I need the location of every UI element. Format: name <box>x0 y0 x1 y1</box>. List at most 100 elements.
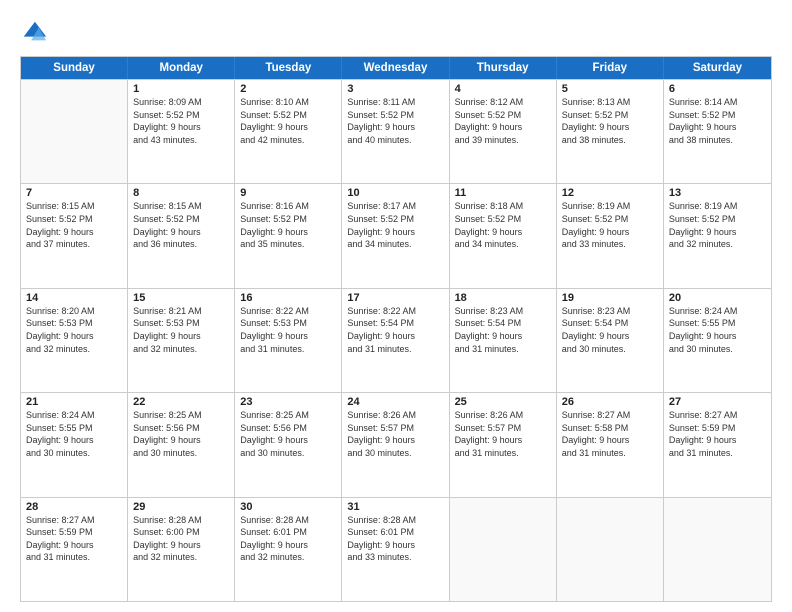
header-day-sunday: Sunday <box>21 57 128 79</box>
table-row: 25Sunrise: 8:26 AM Sunset: 5:57 PM Dayli… <box>450 393 557 496</box>
day-info: Sunrise: 8:20 AM Sunset: 5:53 PM Dayligh… <box>26 305 122 355</box>
day-info: Sunrise: 8:16 AM Sunset: 5:52 PM Dayligh… <box>240 200 336 250</box>
table-row: 23Sunrise: 8:25 AM Sunset: 5:56 PM Dayli… <box>235 393 342 496</box>
day-info: Sunrise: 8:26 AM Sunset: 5:57 PM Dayligh… <box>455 409 551 459</box>
table-row: 17Sunrise: 8:22 AM Sunset: 5:54 PM Dayli… <box>342 289 449 392</box>
table-row: 11Sunrise: 8:18 AM Sunset: 5:52 PM Dayli… <box>450 184 557 287</box>
header <box>20 18 772 46</box>
day-info: Sunrise: 8:22 AM Sunset: 5:54 PM Dayligh… <box>347 305 443 355</box>
day-info: Sunrise: 8:15 AM Sunset: 5:52 PM Dayligh… <box>133 200 229 250</box>
table-row: 15Sunrise: 8:21 AM Sunset: 5:53 PM Dayli… <box>128 289 235 392</box>
header-day-tuesday: Tuesday <box>235 57 342 79</box>
day-info: Sunrise: 8:22 AM Sunset: 5:53 PM Dayligh… <box>240 305 336 355</box>
day-number: 9 <box>240 187 336 199</box>
table-row: 31Sunrise: 8:28 AM Sunset: 6:01 PM Dayli… <box>342 498 449 601</box>
day-number: 27 <box>669 396 766 408</box>
day-number: 22 <box>133 396 229 408</box>
day-info: Sunrise: 8:21 AM Sunset: 5:53 PM Dayligh… <box>133 305 229 355</box>
day-info: Sunrise: 8:10 AM Sunset: 5:52 PM Dayligh… <box>240 96 336 146</box>
day-number: 4 <box>455 83 551 95</box>
table-row: 4Sunrise: 8:12 AM Sunset: 5:52 PM Daylig… <box>450 80 557 183</box>
table-row: 24Sunrise: 8:26 AM Sunset: 5:57 PM Dayli… <box>342 393 449 496</box>
day-info: Sunrise: 8:27 AM Sunset: 5:59 PM Dayligh… <box>26 514 122 564</box>
logo-icon <box>20 18 48 46</box>
table-row: 27Sunrise: 8:27 AM Sunset: 5:59 PM Dayli… <box>664 393 771 496</box>
table-row: 7Sunrise: 8:15 AM Sunset: 5:52 PM Daylig… <box>21 184 128 287</box>
day-number: 16 <box>240 292 336 304</box>
table-row: 8Sunrise: 8:15 AM Sunset: 5:52 PM Daylig… <box>128 184 235 287</box>
day-number: 24 <box>347 396 443 408</box>
day-number: 18 <box>455 292 551 304</box>
calendar: SundayMondayTuesdayWednesdayThursdayFrid… <box>20 56 772 602</box>
calendar-header: SundayMondayTuesdayWednesdayThursdayFrid… <box>21 57 771 79</box>
day-number: 31 <box>347 501 443 513</box>
day-info: Sunrise: 8:28 AM Sunset: 6:00 PM Dayligh… <box>133 514 229 564</box>
day-info: Sunrise: 8:24 AM Sunset: 5:55 PM Dayligh… <box>26 409 122 459</box>
day-info: Sunrise: 8:09 AM Sunset: 5:52 PM Dayligh… <box>133 96 229 146</box>
day-info: Sunrise: 8:26 AM Sunset: 5:57 PM Dayligh… <box>347 409 443 459</box>
table-row: 2Sunrise: 8:10 AM Sunset: 5:52 PM Daylig… <box>235 80 342 183</box>
week-row-3: 21Sunrise: 8:24 AM Sunset: 5:55 PM Dayli… <box>21 392 771 496</box>
day-info: Sunrise: 8:14 AM Sunset: 5:52 PM Dayligh… <box>669 96 766 146</box>
calendar-body: 1Sunrise: 8:09 AM Sunset: 5:52 PM Daylig… <box>21 79 771 601</box>
page: SundayMondayTuesdayWednesdayThursdayFrid… <box>0 0 792 612</box>
day-number: 7 <box>26 187 122 199</box>
header-day-friday: Friday <box>557 57 664 79</box>
table-row: 5Sunrise: 8:13 AM Sunset: 5:52 PM Daylig… <box>557 80 664 183</box>
day-number: 1 <box>133 83 229 95</box>
day-number: 14 <box>26 292 122 304</box>
day-number: 3 <box>347 83 443 95</box>
day-info: Sunrise: 8:17 AM Sunset: 5:52 PM Dayligh… <box>347 200 443 250</box>
day-number: 12 <box>562 187 658 199</box>
table-row <box>450 498 557 601</box>
day-info: Sunrise: 8:15 AM Sunset: 5:52 PM Dayligh… <box>26 200 122 250</box>
table-row: 16Sunrise: 8:22 AM Sunset: 5:53 PM Dayli… <box>235 289 342 392</box>
day-number: 30 <box>240 501 336 513</box>
day-number: 5 <box>562 83 658 95</box>
day-number: 13 <box>669 187 766 199</box>
table-row: 3Sunrise: 8:11 AM Sunset: 5:52 PM Daylig… <box>342 80 449 183</box>
header-day-wednesday: Wednesday <box>342 57 449 79</box>
table-row: 21Sunrise: 8:24 AM Sunset: 5:55 PM Dayli… <box>21 393 128 496</box>
table-row: 1Sunrise: 8:09 AM Sunset: 5:52 PM Daylig… <box>128 80 235 183</box>
table-row: 30Sunrise: 8:28 AM Sunset: 6:01 PM Dayli… <box>235 498 342 601</box>
table-row: 18Sunrise: 8:23 AM Sunset: 5:54 PM Dayli… <box>450 289 557 392</box>
table-row: 26Sunrise: 8:27 AM Sunset: 5:58 PM Dayli… <box>557 393 664 496</box>
day-info: Sunrise: 8:28 AM Sunset: 6:01 PM Dayligh… <box>347 514 443 564</box>
day-info: Sunrise: 8:28 AM Sunset: 6:01 PM Dayligh… <box>240 514 336 564</box>
logo <box>20 18 52 46</box>
day-info: Sunrise: 8:27 AM Sunset: 5:59 PM Dayligh… <box>669 409 766 459</box>
week-row-0: 1Sunrise: 8:09 AM Sunset: 5:52 PM Daylig… <box>21 79 771 183</box>
table-row: 12Sunrise: 8:19 AM Sunset: 5:52 PM Dayli… <box>557 184 664 287</box>
table-row: 14Sunrise: 8:20 AM Sunset: 5:53 PM Dayli… <box>21 289 128 392</box>
table-row: 13Sunrise: 8:19 AM Sunset: 5:52 PM Dayli… <box>664 184 771 287</box>
day-number: 29 <box>133 501 229 513</box>
day-info: Sunrise: 8:24 AM Sunset: 5:55 PM Dayligh… <box>669 305 766 355</box>
day-number: 26 <box>562 396 658 408</box>
day-number: 15 <box>133 292 229 304</box>
day-info: Sunrise: 8:18 AM Sunset: 5:52 PM Dayligh… <box>455 200 551 250</box>
day-number: 17 <box>347 292 443 304</box>
day-number: 25 <box>455 396 551 408</box>
header-day-monday: Monday <box>128 57 235 79</box>
day-number: 11 <box>455 187 551 199</box>
day-info: Sunrise: 8:13 AM Sunset: 5:52 PM Dayligh… <box>562 96 658 146</box>
day-number: 10 <box>347 187 443 199</box>
day-number: 21 <box>26 396 122 408</box>
day-info: Sunrise: 8:11 AM Sunset: 5:52 PM Dayligh… <box>347 96 443 146</box>
day-number: 28 <box>26 501 122 513</box>
day-info: Sunrise: 8:23 AM Sunset: 5:54 PM Dayligh… <box>562 305 658 355</box>
table-row: 28Sunrise: 8:27 AM Sunset: 5:59 PM Dayli… <box>21 498 128 601</box>
day-info: Sunrise: 8:19 AM Sunset: 5:52 PM Dayligh… <box>562 200 658 250</box>
table-row: 20Sunrise: 8:24 AM Sunset: 5:55 PM Dayli… <box>664 289 771 392</box>
table-row: 19Sunrise: 8:23 AM Sunset: 5:54 PM Dayli… <box>557 289 664 392</box>
week-row-2: 14Sunrise: 8:20 AM Sunset: 5:53 PM Dayli… <box>21 288 771 392</box>
table-row: 29Sunrise: 8:28 AM Sunset: 6:00 PM Dayli… <box>128 498 235 601</box>
table-row: 22Sunrise: 8:25 AM Sunset: 5:56 PM Dayli… <box>128 393 235 496</box>
day-number: 20 <box>669 292 766 304</box>
day-info: Sunrise: 8:19 AM Sunset: 5:52 PM Dayligh… <box>669 200 766 250</box>
day-info: Sunrise: 8:23 AM Sunset: 5:54 PM Dayligh… <box>455 305 551 355</box>
day-info: Sunrise: 8:25 AM Sunset: 5:56 PM Dayligh… <box>133 409 229 459</box>
day-info: Sunrise: 8:27 AM Sunset: 5:58 PM Dayligh… <box>562 409 658 459</box>
day-number: 6 <box>669 83 766 95</box>
